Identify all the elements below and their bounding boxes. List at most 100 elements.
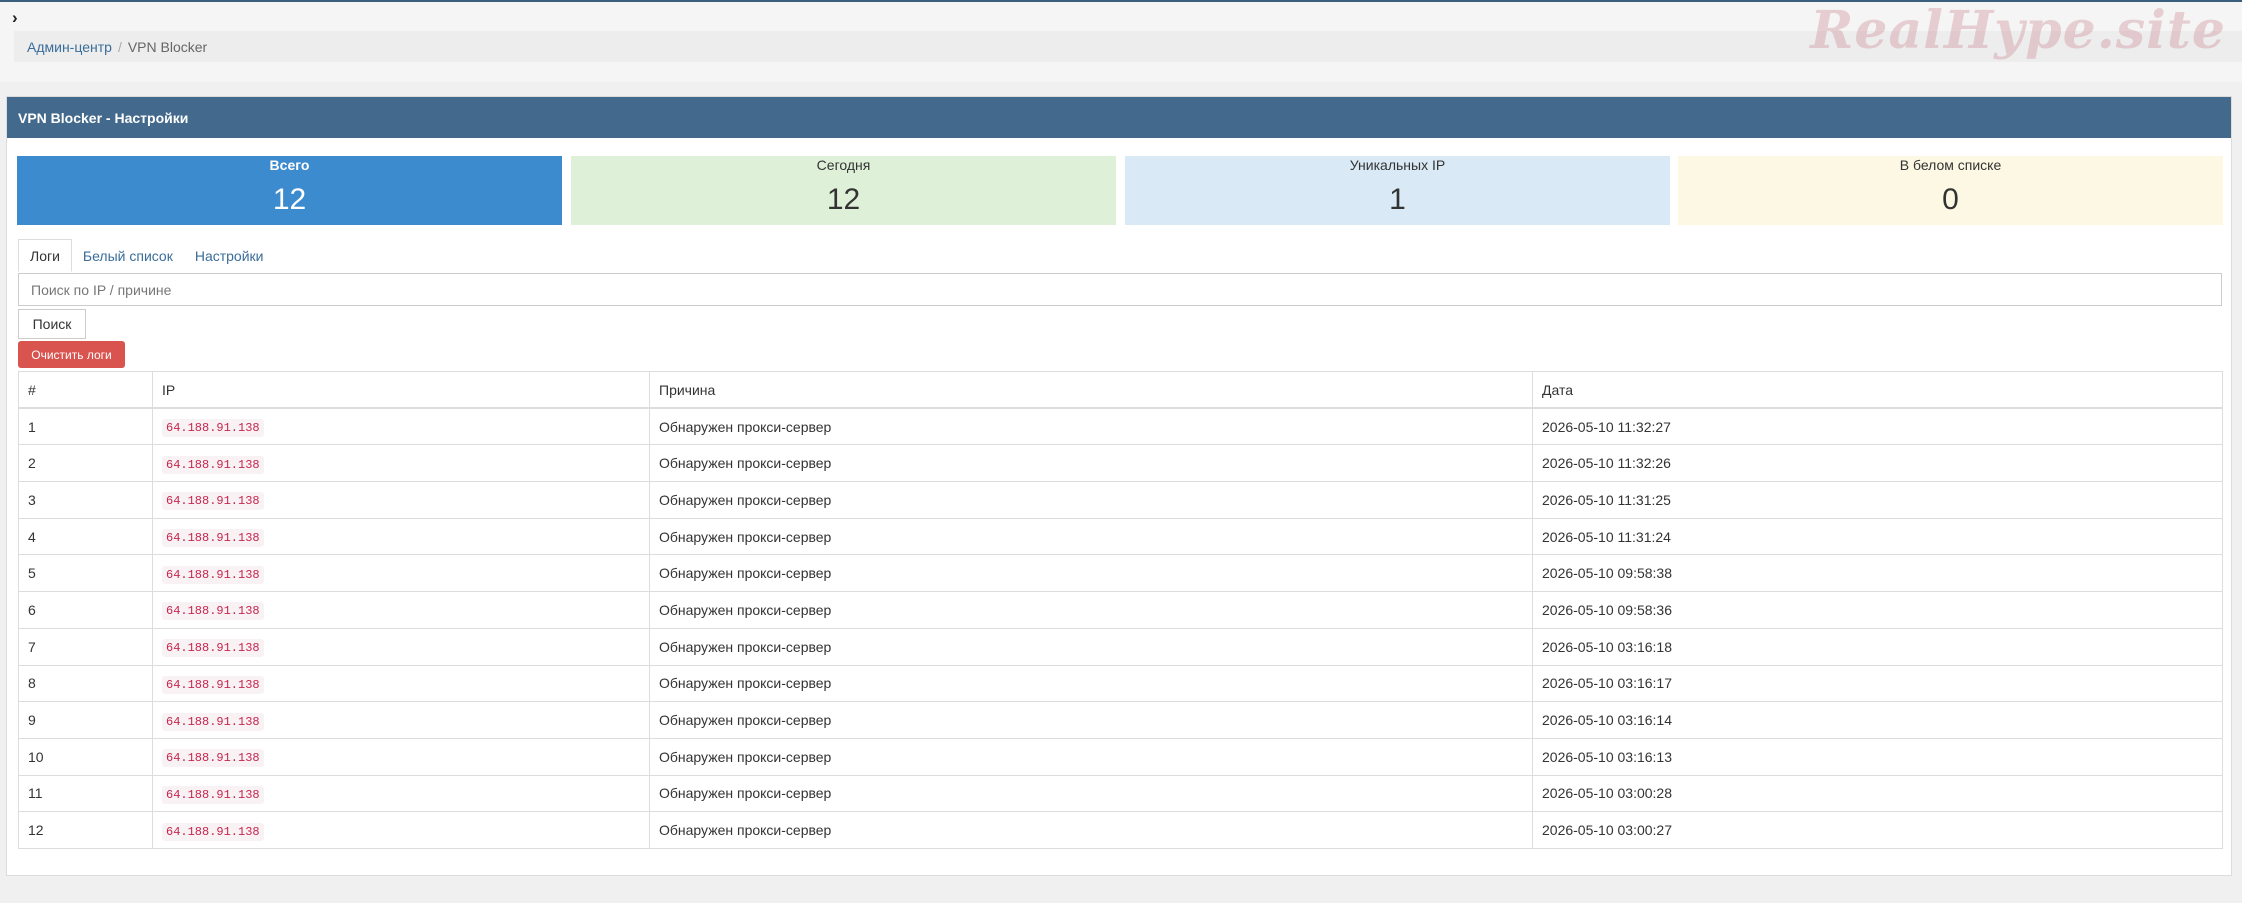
cell-ip: 64.188.91.138 <box>152 444 650 483</box>
cell-reason: Обнаружен прокси-сервер <box>649 591 1533 629</box>
cell-ip: 64.188.91.138 <box>152 701 650 739</box>
ip-address: 64.188.91.138 <box>162 602 264 621</box>
table-row: 3 64.188.91.138 Обнаружен прокси-сервер 202… <box>18 481 2223 519</box>
cell-ip: 64.188.91.138 <box>152 737 650 776</box>
cell-date: 2026-05-10 11:32:27 <box>1532 407 2223 446</box>
column-header-date: Дата <box>1532 371 2223 410</box>
cell-date: 2026-05-10 11:31:24 <box>1532 517 2223 556</box>
table-row: 6 64.188.91.138 Обнаружен прокси-сервер 202… <box>18 591 2223 629</box>
ip-address: 64.188.91.138 <box>162 822 264 841</box>
cell-date: 2026-05-10 03:16:14 <box>1532 701 2223 739</box>
cell-reason: Обнаружен прокси-сервер <box>649 554 1533 593</box>
cell-ip: 64.188.91.138 <box>152 811 650 849</box>
breadcrumb-separator: / <box>117 38 122 55</box>
logs-table: # IP Причина Дата 1 64.188.91.138 Обнаруже… <box>18 371 2223 849</box>
cell-number: 1 <box>18 407 153 446</box>
table-row: 12 64.188.91.138 Обнаружен прокси-сервер 20… <box>18 811 2223 849</box>
breadcrumb-current: VPN Blocker <box>127 38 208 55</box>
cell-reason: Обнаружен прокси-сервер <box>649 627 1533 666</box>
ip-address: 64.188.91.138 <box>162 565 264 584</box>
table-header-row: # IP Причина Дата <box>18 371 2223 410</box>
cell-number: 9 <box>18 701 153 739</box>
stat-today-value: 12 <box>826 183 861 216</box>
cell-number: 8 <box>18 664 153 703</box>
ip-address: 64.188.91.138 <box>162 675 264 694</box>
cell-ip: 64.188.91.138 <box>152 554 650 593</box>
panel-title: VPN Blocker - Настройки <box>7 97 2231 138</box>
ip-address: 64.188.91.138 <box>162 712 264 731</box>
column-header-ip: IP <box>152 371 650 410</box>
search-button[interactable]: Поиск <box>18 309 86 339</box>
ip-address: 64.188.91.138 <box>162 639 264 658</box>
tab-whitelist[interactable]: Белый список <box>72 239 184 272</box>
stat-whitelist-label: В белом списке <box>1899 157 2002 173</box>
ip-address: 64.188.91.138 <box>162 749 264 768</box>
stats-row: Всего 12 Сегодня 12 Уникальных IP 1 В бе… <box>17 156 2223 225</box>
cell-reason: Обнаружен прокси-сервер <box>649 481 1533 519</box>
table-row: 7 64.188.91.138 Обнаружен прокси-сервер 202… <box>18 627 2223 666</box>
ip-address: 64.188.91.138 <box>162 455 264 474</box>
cell-ip: 64.188.91.138 <box>152 774 650 813</box>
cell-date: 2026-05-10 03:00:27 <box>1532 811 2223 849</box>
logs-table-body: 1 64.188.91.138 Обнаружен прокси-сервер 202… <box>18 407 2223 849</box>
cell-reason: Обнаружен прокси-сервер <box>649 811 1533 849</box>
cell-number: 4 <box>18 517 153 556</box>
cell-reason: Обнаружен прокси-сервер <box>649 701 1533 739</box>
cell-reason: Обнаружен прокси-сервер <box>649 664 1533 703</box>
cell-date: 2026-05-10 03:16:13 <box>1532 737 2223 776</box>
cell-number: 10 <box>18 737 153 776</box>
ip-address: 64.188.91.138 <box>162 785 264 804</box>
column-header-number: # <box>18 371 153 410</box>
cell-number: 11 <box>18 774 153 813</box>
table-row: 1 64.188.91.138 Обнаружен прокси-сервер 202… <box>18 407 2223 446</box>
table-row: 8 64.188.91.138 Обнаружен прокси-сервер 202… <box>18 664 2223 703</box>
cell-number: 5 <box>18 554 153 593</box>
cell-date: 2026-05-10 03:16:17 <box>1532 664 2223 703</box>
cell-date: 2026-05-10 03:00:28 <box>1532 774 2223 813</box>
tab-settings[interactable]: Настройки <box>184 239 275 272</box>
stat-card-total: Всего 12 <box>17 156 562 225</box>
sidebar-toggle-chevron-right-icon[interactable]: › <box>12 9 28 26</box>
cell-number: 6 <box>18 591 153 629</box>
search-input[interactable] <box>18 273 2222 306</box>
cell-number: 3 <box>18 481 153 519</box>
ip-address: 64.188.91.138 <box>162 419 264 438</box>
cell-date: 2026-05-10 11:31:25 <box>1532 481 2223 519</box>
clear-logs-button[interactable]: Очистить логи <box>18 341 125 368</box>
ip-address: 64.188.91.138 <box>162 492 264 511</box>
column-header-reason: Причина <box>649 371 1533 410</box>
cell-number: 7 <box>18 627 153 666</box>
stat-card-unique-ip: Уникальных IP 1 <box>1125 156 1670 225</box>
cell-date: 2026-05-10 09:58:36 <box>1532 591 2223 629</box>
table-row: 5 64.188.91.138 Обнаружен прокси-сервер 202… <box>18 554 2223 593</box>
table-row: 11 64.188.91.138 Обнаружен прокси-сервер 20… <box>18 774 2223 813</box>
cell-date: 2026-05-10 03:16:18 <box>1532 627 2223 666</box>
cell-ip: 64.188.91.138 <box>152 407 650 446</box>
cell-reason: Обнаружен прокси-сервер <box>649 407 1533 446</box>
table-row: 10 64.188.91.138 Обнаружен прокси-сервер 20… <box>18 737 2223 776</box>
tab-logs[interactable]: Логи <box>18 239 72 272</box>
table-row: 4 64.188.91.138 Обнаружен прокси-сервер 202… <box>18 517 2223 556</box>
table-row: 9 64.188.91.138 Обнаружен прокси-сервер 202… <box>18 701 2223 739</box>
ip-address: 64.188.91.138 <box>162 529 264 548</box>
stat-total-label: Всего <box>269 157 310 173</box>
stat-card-whitelist: В белом списке 0 <box>1678 156 2223 225</box>
cell-date: 2026-05-10 11:32:26 <box>1532 444 2223 483</box>
cell-ip: 64.188.91.138 <box>152 591 650 629</box>
tab-bar: Логи Белый список Настройки <box>18 239 2222 272</box>
stat-unique-value: 1 <box>1389 183 1406 216</box>
cell-number: 12 <box>18 811 153 849</box>
logs-table-container: # IP Причина Дата 1 64.188.91.138 Обнаруже… <box>18 371 2223 849</box>
cell-reason: Обнаружен прокси-сервер <box>649 517 1533 556</box>
breadcrumb-home-link[interactable]: Админ-центр <box>27 39 112 55</box>
cell-ip: 64.188.91.138 <box>152 627 650 666</box>
cell-reason: Обнаружен прокси-сервер <box>649 444 1533 483</box>
settings-panel: VPN Blocker - Настройки Всего 12 Сегодня… <box>6 96 2232 876</box>
table-row: 2 64.188.91.138 Обнаружен прокси-сервер 202… <box>18 444 2223 483</box>
cell-ip: 64.188.91.138 <box>152 481 650 519</box>
stat-total-value: 12 <box>272 183 307 216</box>
cell-ip: 64.188.91.138 <box>152 517 650 556</box>
watermark-logo: RealHype.site <box>1810 0 2226 61</box>
cell-date: 2026-05-10 09:58:38 <box>1532 554 2223 593</box>
cell-reason: Обнаружен прокси-сервер <box>649 774 1533 813</box>
